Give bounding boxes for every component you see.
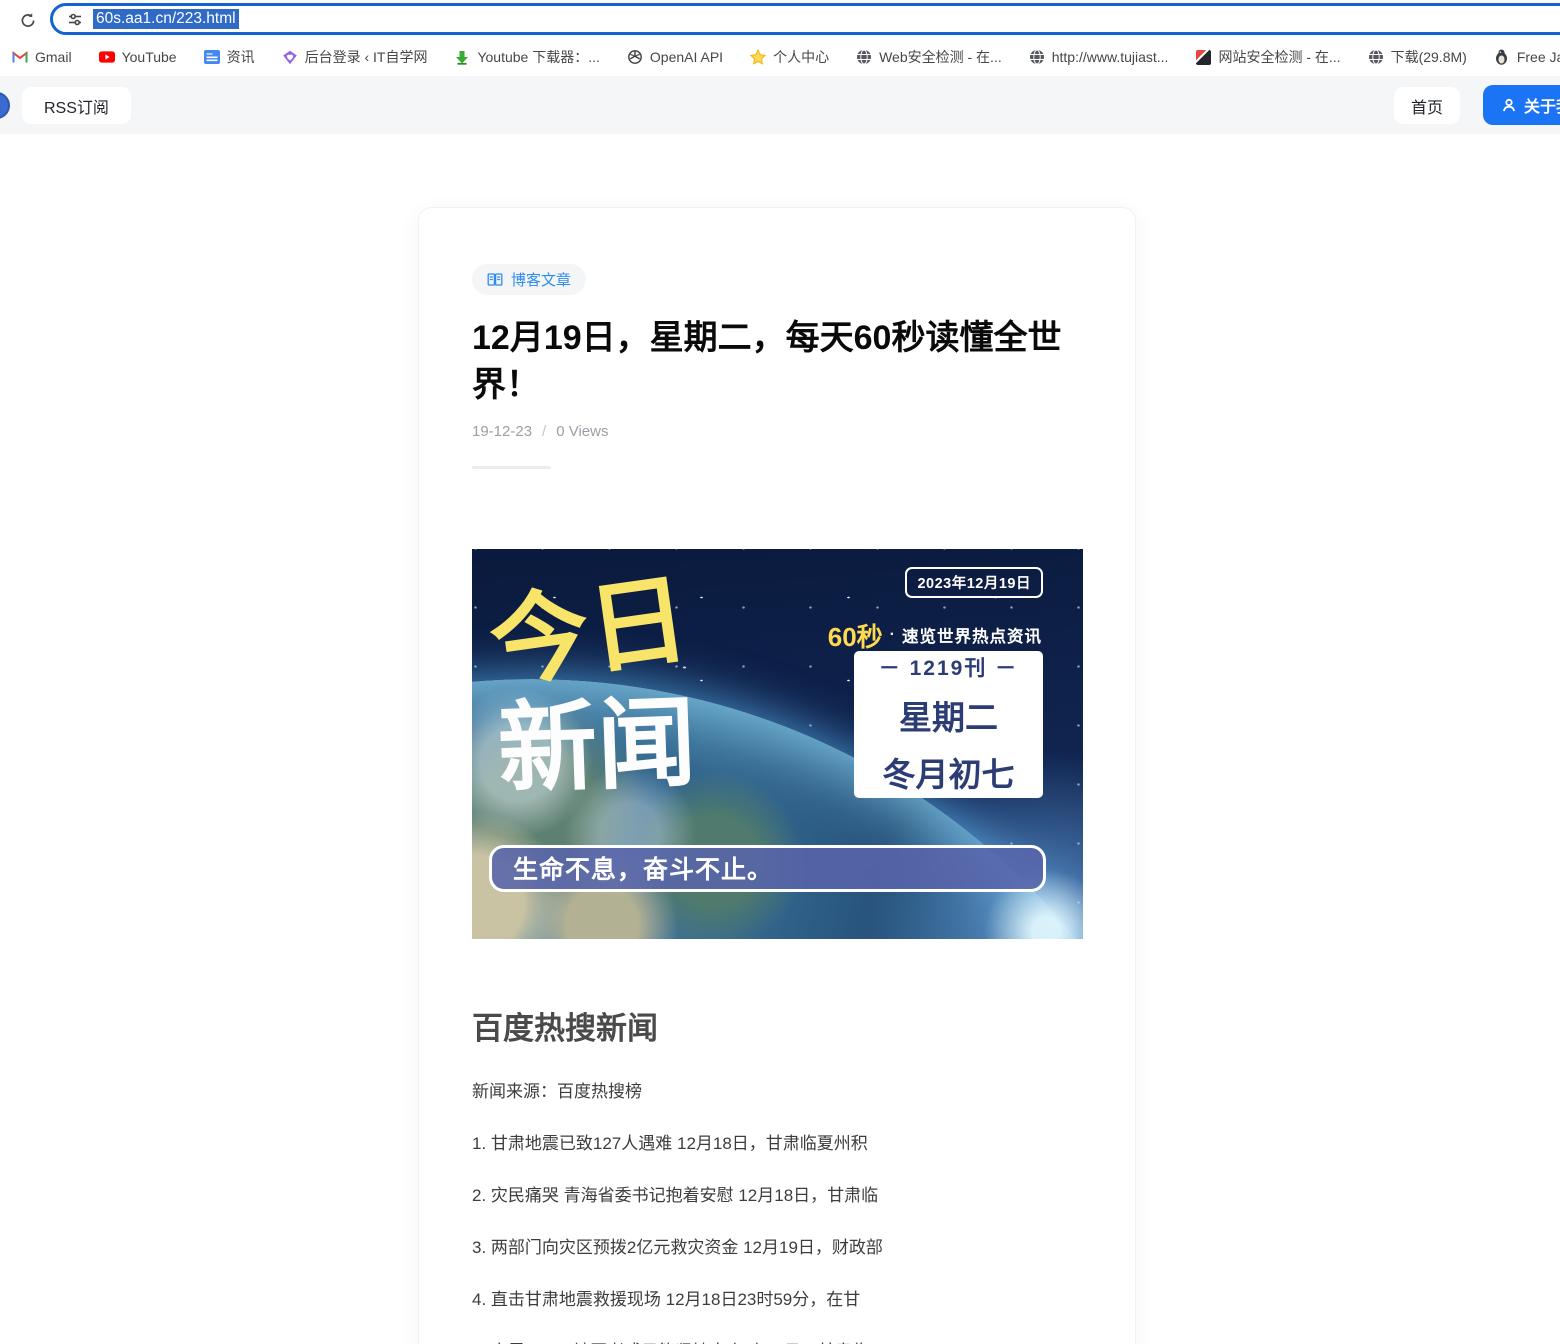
bookmark-tujiast[interactable]: http://www.tujiast...	[1029, 49, 1169, 65]
bookmark-label: YouTube	[121, 49, 177, 65]
blog-article-icon	[487, 272, 503, 288]
news-item: 4. 直击甘肃地震救援现场 12月18日23时59分，在甘	[472, 1289, 861, 1309]
home-button[interactable]: 首页	[1393, 87, 1460, 124]
banner-headline-line2: 新闻	[496, 686, 698, 805]
about-label: 关于我	[1523, 99, 1560, 116]
sixty-seconds-label: 60秒	[827, 621, 883, 652]
bookmark-youtube-downloader[interactable]: Youtube 下载器：...	[454, 47, 600, 67]
site-settings-icon[interactable]	[67, 11, 83, 27]
banner-headline: 今日 新闻	[483, 562, 698, 805]
bookmark-label: OpenAI API	[649, 49, 724, 65]
article-card: 博客文章 12月19日，星期二，每天60秒读懂全世界！ 19-12-23 / 0…	[418, 207, 1136, 1344]
news-item: 1. 甘肃地震已致127人遇难 12月18日，甘肃临夏州积	[472, 1133, 868, 1153]
meta-separator: /	[542, 422, 547, 440]
openai-icon	[627, 49, 643, 65]
weekday-label: 星期二	[899, 699, 998, 737]
bookmark-label: 资讯	[226, 49, 255, 65]
gmail-icon	[12, 49, 28, 65]
badge-label: 博客文章	[511, 272, 572, 289]
bookmark-site-security[interactable]: 网站安全检测 - 在...	[1195, 47, 1341, 67]
news-item: 2. 灾民痛哭 青海省委书记抱着安慰 12月18日，甘肃临	[472, 1185, 879, 1205]
divider	[472, 465, 551, 469]
globe-icon	[1368, 49, 1384, 65]
address-bar[interactable]: 60s.aa1.cn/223.html	[50, 3, 1560, 35]
about-me-button[interactable]: 关于我	[1482, 85, 1560, 125]
globe-icon	[1029, 49, 1045, 65]
issue-number: － 1219刊 －	[878, 657, 1019, 681]
issue-card: － 1219刊 － 星期二 冬月初七	[854, 650, 1043, 798]
news-banner-image: 今日 新闻 2023年12月19日 60秒 · 速览世界热点资讯 － 1219刊…	[472, 548, 1083, 939]
green-download-icon	[454, 49, 470, 65]
google-news-icon	[203, 49, 220, 65]
purple-gem-icon	[282, 49, 298, 65]
bookmark-profile[interactable]: 个人中心	[750, 47, 829, 67]
browser-window: 60s.aa1.cn/223.html Gmail YouTube 资讯 后台登…	[0, 0, 1560, 1344]
bookmark-admin-login[interactable]: 后台登录 ‹ IT自学网	[282, 47, 428, 67]
star-icon	[750, 49, 767, 65]
reload-icon	[20, 12, 36, 28]
bookmark-news[interactable]: 资讯	[203, 47, 255, 67]
banner-headline-line1: 今日	[483, 562, 695, 700]
banner-tagline: 60秒 · 速览世界热点资讯	[828, 617, 1042, 654]
safety-icon	[1195, 49, 1211, 65]
article-title: 12月19日，星期二，每天60秒读懂全世界！	[472, 319, 1062, 404]
site-header: RSS订阅 首页 关于我	[0, 76, 1560, 134]
news-section-heading: 百度热搜新闻	[472, 1010, 658, 1046]
globe-icon	[856, 49, 872, 65]
bookmark-download[interactable]: 下载(29.8M)	[1368, 47, 1467, 67]
bookmark-label: Gmail	[35, 49, 72, 65]
bookmark-label: 个人中心	[773, 49, 830, 65]
bookmark-label: Web安全检测 - 在...	[879, 49, 1002, 65]
lunar-date-label: 冬月初七	[882, 756, 1015, 794]
bookmark-gmail[interactable]: Gmail	[12, 49, 72, 65]
reload-button[interactable]	[14, 6, 42, 34]
tagline-text: 速览世界热点资讯	[902, 628, 1042, 647]
bookmark-label: 下载(29.8M)	[1390, 49, 1467, 65]
news-item: 3. 两部门向灾区预拨2亿元救灾资金 12月19日，财政部	[472, 1237, 883, 1257]
site-logo[interactable]	[0, 92, 10, 119]
article-meta: 19-12-23 / 0 Views	[472, 423, 1083, 440]
rss-label: RSS订阅	[44, 99, 109, 117]
banner-date-badge: 2023年12月19日	[905, 566, 1043, 598]
article-views: 0 Views	[556, 422, 609, 440]
rss-subscribe-button[interactable]: RSS订阅	[22, 87, 131, 124]
bookmark-openai-api[interactable]: OpenAI API	[627, 49, 723, 65]
bookmark-java-course[interactable]: Free Java Course f...	[1494, 49, 1560, 65]
youtube-icon	[98, 49, 115, 65]
person-icon	[1501, 97, 1517, 113]
news-source: 新闻来源：百度热搜榜	[472, 1081, 642, 1101]
quote-bar: 生命不息，奋斗不止。	[489, 844, 1046, 892]
bookmark-label: 后台登录 ‹ IT自学网	[304, 49, 428, 65]
bookmarks-bar: Gmail YouTube 资讯 后台登录 ‹ IT自学网 Youtube 下载…	[0, 38, 1560, 76]
tagline-separator: ·	[889, 626, 895, 644]
home-label: 首页	[1410, 99, 1443, 117]
browser-toolbar: 60s.aa1.cn/223.html	[0, 0, 1560, 38]
bookmark-label: 网站安全检测 - 在...	[1218, 49, 1341, 65]
bookmark-youtube[interactable]: YouTube	[98, 49, 177, 65]
java-icon	[1494, 49, 1510, 65]
bookmark-label: http://www.tujiast...	[1051, 49, 1169, 65]
article-date: 19-12-23	[472, 422, 533, 440]
url-text-selected: 60s.aa1.cn/223.html	[93, 9, 239, 29]
bookmark-label: Free Java Course f...	[1516, 49, 1560, 65]
news-item: 5. 夜里-15℃ 被困者或只能坚持十小时 18日，甘肃临	[472, 1337, 1083, 1344]
bookmark-web-security[interactable]: Web安全检测 - 在...	[856, 47, 1002, 67]
bookmark-label: Youtube 下载器：...	[477, 49, 600, 65]
category-badge[interactable]: 博客文章	[472, 264, 587, 295]
